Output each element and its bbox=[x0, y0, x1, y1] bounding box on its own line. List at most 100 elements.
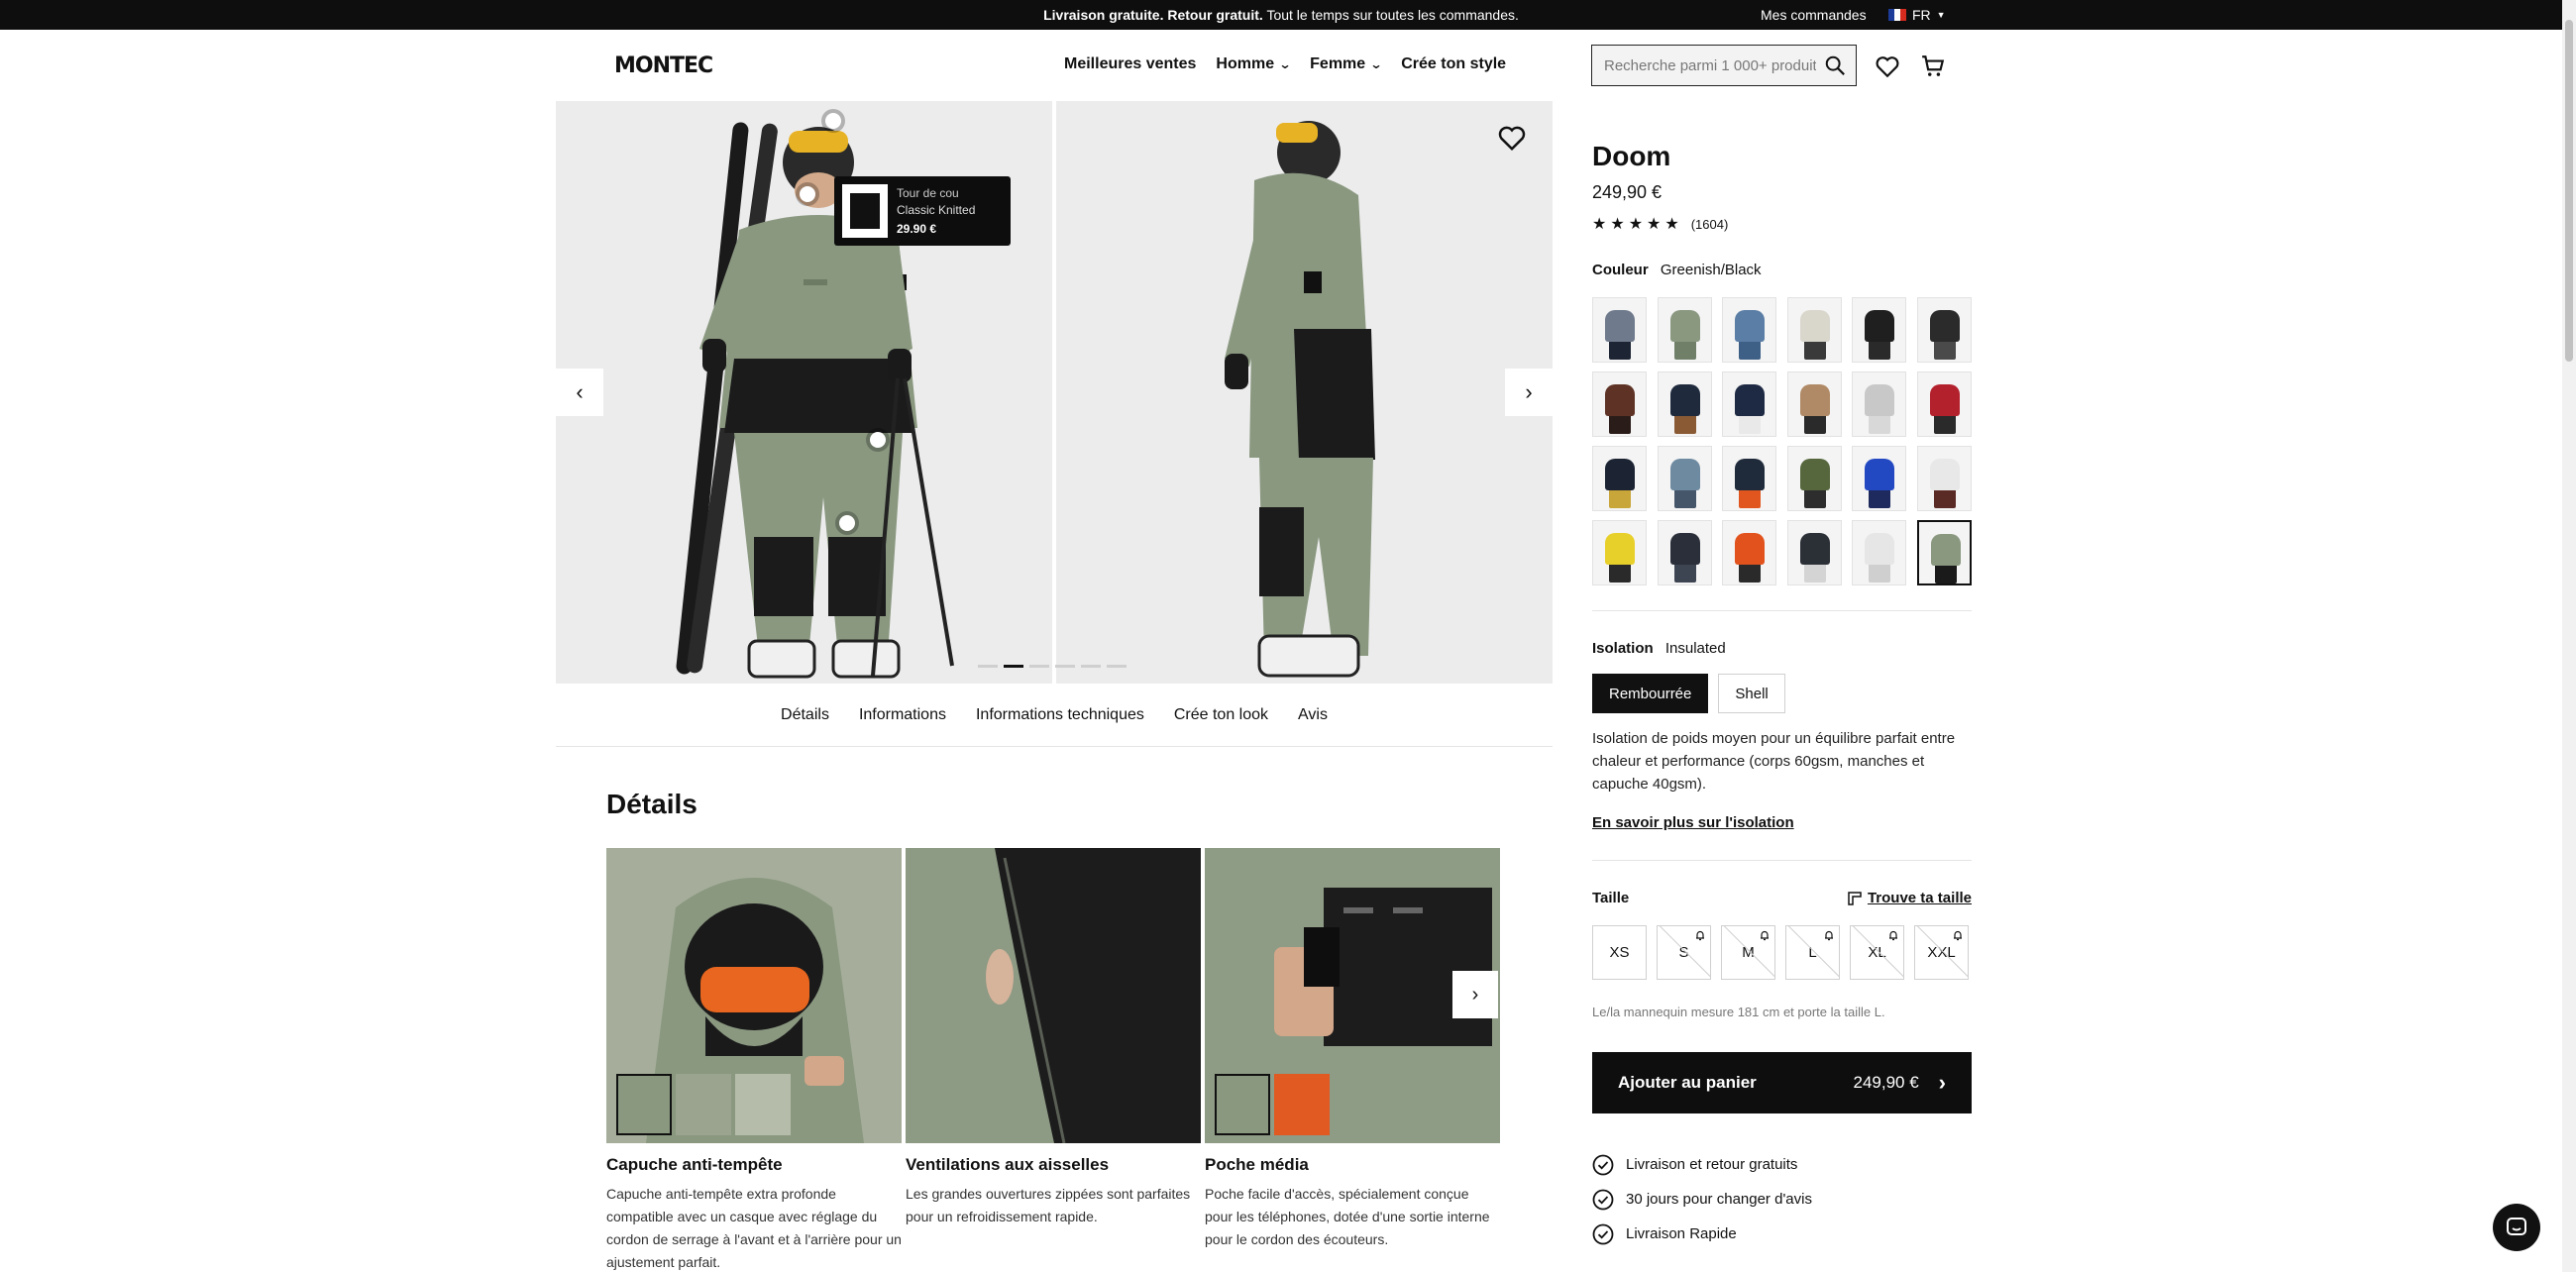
montec-logo[interactable]: MONTEC bbox=[614, 53, 713, 78]
color-swatch[interactable] bbox=[1592, 520, 1647, 585]
size-option[interactable]: S bbox=[1657, 925, 1711, 980]
swatch-jacket bbox=[1669, 310, 1700, 342]
rating[interactable]: ★ ★ ★ ★ ★ (1604) bbox=[1592, 214, 1728, 234]
wishlist-heart-icon[interactable] bbox=[1875, 53, 1900, 79]
check-circle-icon bbox=[1592, 1223, 1614, 1244]
announcement-rest: Tout le temps sur toutes les commandes. bbox=[1266, 7, 1519, 23]
feature-description: Les grandes ouvertures zippées sont parf… bbox=[906, 1186, 1191, 1224]
search-icon[interactable] bbox=[1824, 54, 1846, 76]
color-swatch[interactable] bbox=[1657, 446, 1712, 511]
swatch-pants bbox=[1609, 563, 1631, 583]
isolation-option-button[interactable]: Shell bbox=[1718, 674, 1785, 713]
feature-thumbnail[interactable] bbox=[1274, 1074, 1330, 1135]
color-swatch[interactable] bbox=[1916, 520, 1972, 585]
color-swatch[interactable] bbox=[1722, 371, 1776, 437]
size-option[interactable]: L bbox=[1785, 925, 1840, 980]
gallery-dot[interactable] bbox=[1055, 665, 1075, 668]
color-swatch[interactable] bbox=[1657, 520, 1712, 585]
tab-item[interactable]: Informations techniques bbox=[976, 706, 1144, 724]
swatch-pants bbox=[1609, 488, 1631, 508]
nav-item[interactable]: Crée ton style bbox=[1401, 55, 1506, 73]
check-circle-icon bbox=[1592, 1154, 1614, 1175]
feature-thumbnail[interactable] bbox=[676, 1074, 731, 1135]
hotspot-dot[interactable] bbox=[870, 432, 886, 448]
tab-item[interactable]: Informations bbox=[859, 706, 946, 724]
color-swatch[interactable] bbox=[1786, 371, 1842, 437]
nav-item[interactable]: Femme ⌄ bbox=[1310, 55, 1383, 73]
tab-item[interactable]: Crée ton look bbox=[1174, 706, 1268, 724]
swatch-jacket bbox=[1735, 533, 1765, 565]
hotspot-dot[interactable] bbox=[800, 186, 815, 202]
gallery-dot[interactable] bbox=[1004, 665, 1023, 668]
gallery-prev-button[interactable]: ‹ bbox=[556, 369, 603, 416]
color-swatch[interactable] bbox=[1786, 520, 1842, 585]
feature-cards-next-button[interactable]: › bbox=[1452, 971, 1498, 1018]
add-to-cart-button[interactable]: Ajouter au panier 249,90 € › bbox=[1592, 1052, 1972, 1113]
color-swatch[interactable] bbox=[1722, 297, 1776, 363]
check-circle-icon bbox=[1592, 1189, 1614, 1210]
feature-thumbnail[interactable] bbox=[735, 1074, 791, 1135]
cart-icon[interactable] bbox=[1920, 53, 1946, 79]
size-guide-link[interactable]: Trouve ta taille bbox=[1848, 890, 1972, 906]
feature-thumbnail[interactable] bbox=[1215, 1074, 1270, 1135]
size-option[interactable]: XL bbox=[1850, 925, 1904, 980]
size-label: XL bbox=[1868, 944, 1886, 961]
gallery-dot[interactable] bbox=[1107, 665, 1127, 668]
color-swatch[interactable] bbox=[1786, 446, 1842, 511]
isolation-option-button[interactable]: Rembourrée bbox=[1592, 674, 1709, 713]
product-gallery[interactable]: ‹ › bbox=[556, 101, 1553, 684]
isolation-learn-more-link[interactable]: En savoir plus sur l'isolation bbox=[1592, 814, 1794, 831]
scrollbar-thumb[interactable] bbox=[2565, 20, 2573, 362]
size-option[interactable]: M bbox=[1721, 925, 1775, 980]
color-swatch[interactable] bbox=[1852, 446, 1906, 511]
size-option[interactable]: XXL bbox=[1914, 925, 1969, 980]
page-scrollbar[interactable] bbox=[2562, 0, 2576, 1272]
tab-item[interactable]: Détails bbox=[781, 706, 829, 724]
hotspot-dot[interactable] bbox=[839, 515, 855, 531]
chat-button[interactable] bbox=[2493, 1204, 2540, 1251]
color-swatch[interactable] bbox=[1657, 371, 1712, 437]
favorite-heart-icon[interactable] bbox=[1497, 123, 1527, 153]
gallery-dot[interactable] bbox=[1081, 665, 1101, 668]
size-label: XXL bbox=[1927, 944, 1956, 961]
color-swatch[interactable] bbox=[1592, 371, 1647, 437]
product-hotspot-tooltip[interactable]: Tour de cou Classic Knitted 29.90 € bbox=[834, 176, 1011, 246]
swatch-jacket bbox=[1930, 534, 1961, 566]
my-orders-link[interactable]: Mes commandes bbox=[1761, 7, 1867, 23]
swatch-pants bbox=[1934, 564, 1957, 583]
color-swatch[interactable] bbox=[1916, 446, 1972, 511]
tab-item[interactable]: Avis bbox=[1298, 706, 1328, 724]
color-swatch[interactable] bbox=[1592, 297, 1647, 363]
swatch-jacket bbox=[1605, 533, 1635, 565]
color-swatch[interactable] bbox=[1657, 297, 1712, 363]
color-swatch[interactable] bbox=[1916, 297, 1972, 363]
feature-thumbnail[interactable] bbox=[616, 1074, 672, 1135]
gallery-next-button[interactable]: › bbox=[1505, 369, 1553, 416]
search-input[interactable] bbox=[1604, 56, 1816, 74]
color-swatch[interactable] bbox=[1852, 297, 1906, 363]
color-swatch[interactable] bbox=[1592, 446, 1647, 511]
swatch-jacket bbox=[1735, 310, 1765, 342]
swatch-pants bbox=[1869, 414, 1890, 434]
chevron-down-icon: ▼ bbox=[1936, 10, 1946, 20]
hotspot-dot[interactable] bbox=[825, 113, 841, 129]
star-icon: ★ bbox=[1610, 216, 1625, 233]
color-swatch[interactable] bbox=[1852, 520, 1906, 585]
size-option[interactable]: XS bbox=[1592, 925, 1647, 980]
color-swatch[interactable] bbox=[1916, 371, 1972, 437]
color-swatch[interactable] bbox=[1786, 297, 1842, 363]
nav-item[interactable]: Meilleures ventes bbox=[1064, 55, 1196, 73]
review-count: (1604) bbox=[1690, 216, 1729, 232]
language-selector[interactable]: FR ▼ bbox=[1888, 7, 1946, 23]
swatch-pants bbox=[1933, 488, 1956, 508]
swatch-jacket bbox=[1799, 533, 1830, 565]
swatch-jacket bbox=[1669, 459, 1700, 490]
gallery-dot[interactable] bbox=[1029, 665, 1049, 668]
gallery-dot[interactable] bbox=[978, 665, 998, 668]
nav-item-label: Femme bbox=[1310, 55, 1366, 72]
color-swatch[interactable] bbox=[1722, 520, 1776, 585]
nav-item[interactable]: Homme ⌄ bbox=[1216, 55, 1291, 73]
language-label: FR bbox=[1912, 7, 1931, 23]
color-swatch[interactable] bbox=[1722, 446, 1776, 511]
color-swatch[interactable] bbox=[1852, 371, 1906, 437]
